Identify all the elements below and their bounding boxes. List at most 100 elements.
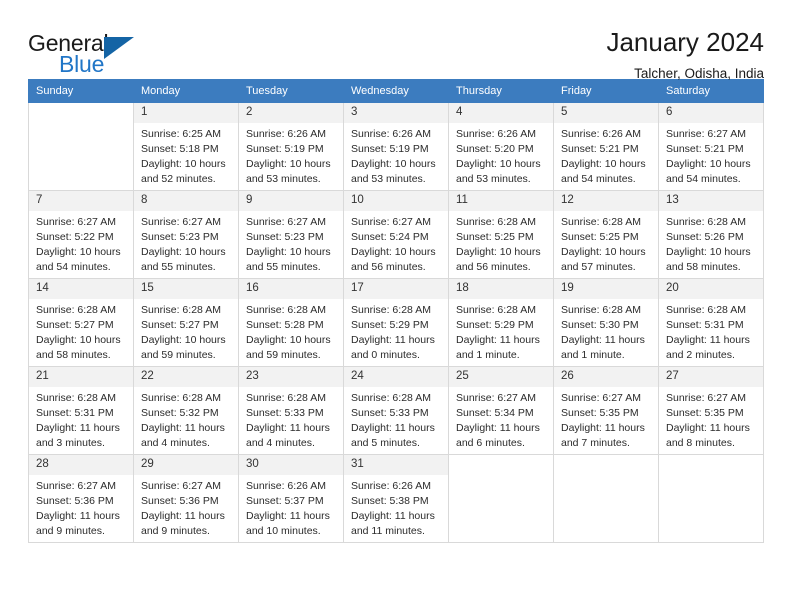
calendar-day-cell[interactable]: 9 Sunrise: 6:27 AM Sunset: 5:23 PM Daylight… xyxy=(238,190,344,279)
calendar-day-cell[interactable]: 17 Sunrise: 6:28 AM Sunset: 5:29 PM Dayligh… xyxy=(343,278,449,367)
day-cell-inner: 31 Sunrise: 6:26 AM Sunset: 5:38 PM Dayligh… xyxy=(344,455,448,542)
daylight-text: Daylight: 10 hours and 53 minutes. xyxy=(246,157,331,185)
sunrise-text: Sunrise: 6:28 AM xyxy=(351,303,431,316)
day-number: 11 xyxy=(449,191,553,211)
daylight-text: Daylight: 11 hours and 3 minutes. xyxy=(36,421,120,449)
calendar-day-cell[interactable]: 25 Sunrise: 6:27 AM Sunset: 5:34 PM Dayligh… xyxy=(448,366,554,455)
day-info: Sunrise: 6:27 AM Sunset: 5:34 PM Daylight:… xyxy=(449,387,553,451)
day-cell-inner: 2 Sunrise: 6:26 AM Sunset: 5:19 PM Daylight… xyxy=(239,103,343,190)
day-info: Sunrise: 6:27 AM Sunset: 5:22 PM Daylight:… xyxy=(29,211,133,275)
calendar-day-cell[interactable]: 10 Sunrise: 6:27 AM Sunset: 5:24 PM Dayligh… xyxy=(343,190,449,279)
daylight-text: Daylight: 10 hours and 54 minutes. xyxy=(36,245,121,273)
calendar-day-cell[interactable]: 15 Sunrise: 6:28 AM Sunset: 5:27 PM Dayligh… xyxy=(133,278,239,367)
day-cell-inner: 26 Sunrise: 6:27 AM Sunset: 5:35 PM Dayligh… xyxy=(554,367,658,454)
day-cell-inner: 11 Sunrise: 6:28 AM Sunset: 5:25 PM Dayligh… xyxy=(449,191,553,278)
general-blue-logo[interactable]: General Blue xyxy=(28,28,148,80)
sunrise-text: Sunrise: 6:27 AM xyxy=(141,479,221,492)
calendar-day-cell[interactable]: 20 Sunrise: 6:28 AM Sunset: 5:31 PM Dayligh… xyxy=(658,278,764,367)
sunrise-text: Sunrise: 6:26 AM xyxy=(456,127,536,140)
calendar-day-cell[interactable]: 14 Sunrise: 6:28 AM Sunset: 5:27 PM Dayligh… xyxy=(28,278,134,367)
calendar-day-cell[interactable]: 26 Sunrise: 6:27 AM Sunset: 5:35 PM Dayligh… xyxy=(553,366,659,455)
daylight-text: Daylight: 10 hours and 58 minutes. xyxy=(666,245,751,273)
day-info: Sunrise: 6:28 AM Sunset: 5:26 PM Daylight:… xyxy=(659,211,763,275)
sunrise-text: Sunrise: 6:28 AM xyxy=(246,303,326,316)
day-cell-inner xyxy=(29,103,133,190)
calendar-day-cell[interactable]: 3 Sunrise: 6:26 AM Sunset: 5:19 PM Daylight… xyxy=(343,102,449,191)
sunrise-text: Sunrise: 6:28 AM xyxy=(141,391,221,404)
blue-triangle-icon xyxy=(104,37,134,59)
day-number: 17 xyxy=(344,279,448,299)
logo-text-blue: Blue xyxy=(59,51,105,77)
day-cell-inner xyxy=(554,455,658,542)
sunrise-text: Sunrise: 6:28 AM xyxy=(666,303,746,316)
day-info: Sunrise: 6:27 AM Sunset: 5:36 PM Daylight:… xyxy=(29,475,133,539)
sunset-text: Sunset: 5:24 PM xyxy=(351,230,429,243)
sunset-text: Sunset: 5:23 PM xyxy=(246,230,324,243)
calendar-day-cell[interactable]: 28 Sunrise: 6:27 AM Sunset: 5:36 PM Dayligh… xyxy=(28,454,134,543)
day-info: Sunrise: 6:28 AM Sunset: 5:33 PM Daylight:… xyxy=(239,387,343,451)
daylight-text: Daylight: 10 hours and 57 minutes. xyxy=(561,245,646,273)
day-number: 20 xyxy=(659,279,763,299)
calendar-day-cell[interactable]: 23 Sunrise: 6:28 AM Sunset: 5:33 PM Dayligh… xyxy=(238,366,344,455)
calendar-day-cell[interactable]: 27 Sunrise: 6:27 AM Sunset: 5:35 PM Dayligh… xyxy=(658,366,764,455)
daylight-text: Daylight: 10 hours and 52 minutes. xyxy=(141,157,226,185)
day-info: Sunrise: 6:25 AM Sunset: 5:18 PM Daylight:… xyxy=(134,123,238,187)
day-number: 5 xyxy=(554,103,658,123)
calendar-day-cell[interactable]: 22 Sunrise: 6:28 AM Sunset: 5:32 PM Dayligh… xyxy=(133,366,239,455)
day-number: 15 xyxy=(134,279,238,299)
sunrise-text: Sunrise: 6:28 AM xyxy=(561,215,641,228)
day-info: Sunrise: 6:26 AM Sunset: 5:19 PM Daylight:… xyxy=(239,123,343,187)
calendar-day-cell[interactable]: 29 Sunrise: 6:27 AM Sunset: 5:36 PM Dayligh… xyxy=(133,454,239,543)
day-info: Sunrise: 6:28 AM Sunset: 5:29 PM Daylight:… xyxy=(449,299,553,363)
calendar-day-cell[interactable]: 31 Sunrise: 6:26 AM Sunset: 5:38 PM Dayligh… xyxy=(343,454,449,543)
daylight-text: Daylight: 10 hours and 59 minutes. xyxy=(141,333,226,361)
calendar-day-cell[interactable]: 2 Sunrise: 6:26 AM Sunset: 5:19 PM Daylight… xyxy=(238,102,344,191)
daylight-text: Daylight: 10 hours and 59 minutes. xyxy=(246,333,331,361)
day-number: 8 xyxy=(134,191,238,211)
calendar-day-cell[interactable]: 4 Sunrise: 6:26 AM Sunset: 5:20 PM Daylight… xyxy=(448,102,554,191)
day-number: 16 xyxy=(239,279,343,299)
sunset-text: Sunset: 5:27 PM xyxy=(141,318,219,331)
sunset-text: Sunset: 5:35 PM xyxy=(561,406,639,419)
day-number: 10 xyxy=(344,191,448,211)
calendar-page: General Blue January 2024 Talcher, Odish… xyxy=(0,0,792,612)
sunset-text: Sunset: 5:37 PM xyxy=(246,494,324,507)
sunset-text: Sunset: 5:30 PM xyxy=(561,318,639,331)
calendar-day-cell[interactable]: 5 Sunrise: 6:26 AM Sunset: 5:21 PM Daylight… xyxy=(553,102,659,191)
day-number: 4 xyxy=(449,103,553,123)
calendar-day-cell[interactable]: 11 Sunrise: 6:28 AM Sunset: 5:25 PM Dayligh… xyxy=(448,190,554,279)
calendar-day-cell[interactable]: 18 Sunrise: 6:28 AM Sunset: 5:29 PM Dayligh… xyxy=(448,278,554,367)
daylight-text: Daylight: 10 hours and 53 minutes. xyxy=(456,157,541,185)
calendar-day-cell[interactable]: 19 Sunrise: 6:28 AM Sunset: 5:30 PM Dayligh… xyxy=(553,278,659,367)
day-number: 25 xyxy=(449,367,553,387)
calendar-day-cell[interactable]: 7 Sunrise: 6:27 AM Sunset: 5:22 PM Daylight… xyxy=(28,190,134,279)
sunset-text: Sunset: 5:25 PM xyxy=(561,230,639,243)
day-number: 18 xyxy=(449,279,553,299)
calendar-day-cell[interactable]: 16 Sunrise: 6:28 AM Sunset: 5:28 PM Dayligh… xyxy=(238,278,344,367)
day-info: Sunrise: 6:27 AM Sunset: 5:21 PM Daylight:… xyxy=(659,123,763,187)
daylight-text: Daylight: 11 hours and 5 minutes. xyxy=(351,421,435,449)
day-number: 12 xyxy=(554,191,658,211)
calendar-day-cell[interactable]: 30 Sunrise: 6:26 AM Sunset: 5:37 PM Dayligh… xyxy=(238,454,344,543)
day-info: Sunrise: 6:28 AM Sunset: 5:27 PM Daylight:… xyxy=(134,299,238,363)
day-number: 19 xyxy=(554,279,658,299)
calendar-day-cell[interactable]: 13 Sunrise: 6:28 AM Sunset: 5:26 PM Dayligh… xyxy=(658,190,764,279)
sunrise-text: Sunrise: 6:27 AM xyxy=(666,127,746,140)
day-cell-inner: 14 Sunrise: 6:28 AM Sunset: 5:27 PM Dayligh… xyxy=(29,279,133,366)
calendar-cell-empty xyxy=(553,454,659,543)
calendar-day-cell[interactable]: 1 Sunrise: 6:25 AM Sunset: 5:18 PM Daylight… xyxy=(133,102,239,191)
calendar-day-cell[interactable]: 6 Sunrise: 6:27 AM Sunset: 5:21 PM Daylight… xyxy=(658,102,764,191)
calendar-day-cell[interactable]: 21 Sunrise: 6:28 AM Sunset: 5:31 PM Dayligh… xyxy=(28,366,134,455)
day-cell-inner: 4 Sunrise: 6:26 AM Sunset: 5:20 PM Daylight… xyxy=(449,103,553,190)
day-cell-inner: 8 Sunrise: 6:27 AM Sunset: 5:23 PM Daylight… xyxy=(134,191,238,278)
calendar-day-cell[interactable]: 8 Sunrise: 6:27 AM Sunset: 5:23 PM Daylight… xyxy=(133,190,239,279)
day-cell-inner: 6 Sunrise: 6:27 AM Sunset: 5:21 PM Daylight… xyxy=(659,103,763,190)
weekday-header-wednesday: Wednesday xyxy=(343,79,449,103)
sunrise-text: Sunrise: 6:28 AM xyxy=(36,391,116,404)
calendar-day-cell[interactable]: 12 Sunrise: 6:28 AM Sunset: 5:25 PM Dayligh… xyxy=(553,190,659,279)
calendar-cell-empty xyxy=(28,102,134,191)
day-number: 14 xyxy=(29,279,133,299)
calendar-day-cell[interactable]: 24 Sunrise: 6:28 AM Sunset: 5:33 PM Dayligh… xyxy=(343,366,449,455)
day-info: Sunrise: 6:27 AM Sunset: 5:23 PM Daylight:… xyxy=(239,211,343,275)
day-info: Sunrise: 6:26 AM Sunset: 5:38 PM Daylight:… xyxy=(344,475,448,539)
